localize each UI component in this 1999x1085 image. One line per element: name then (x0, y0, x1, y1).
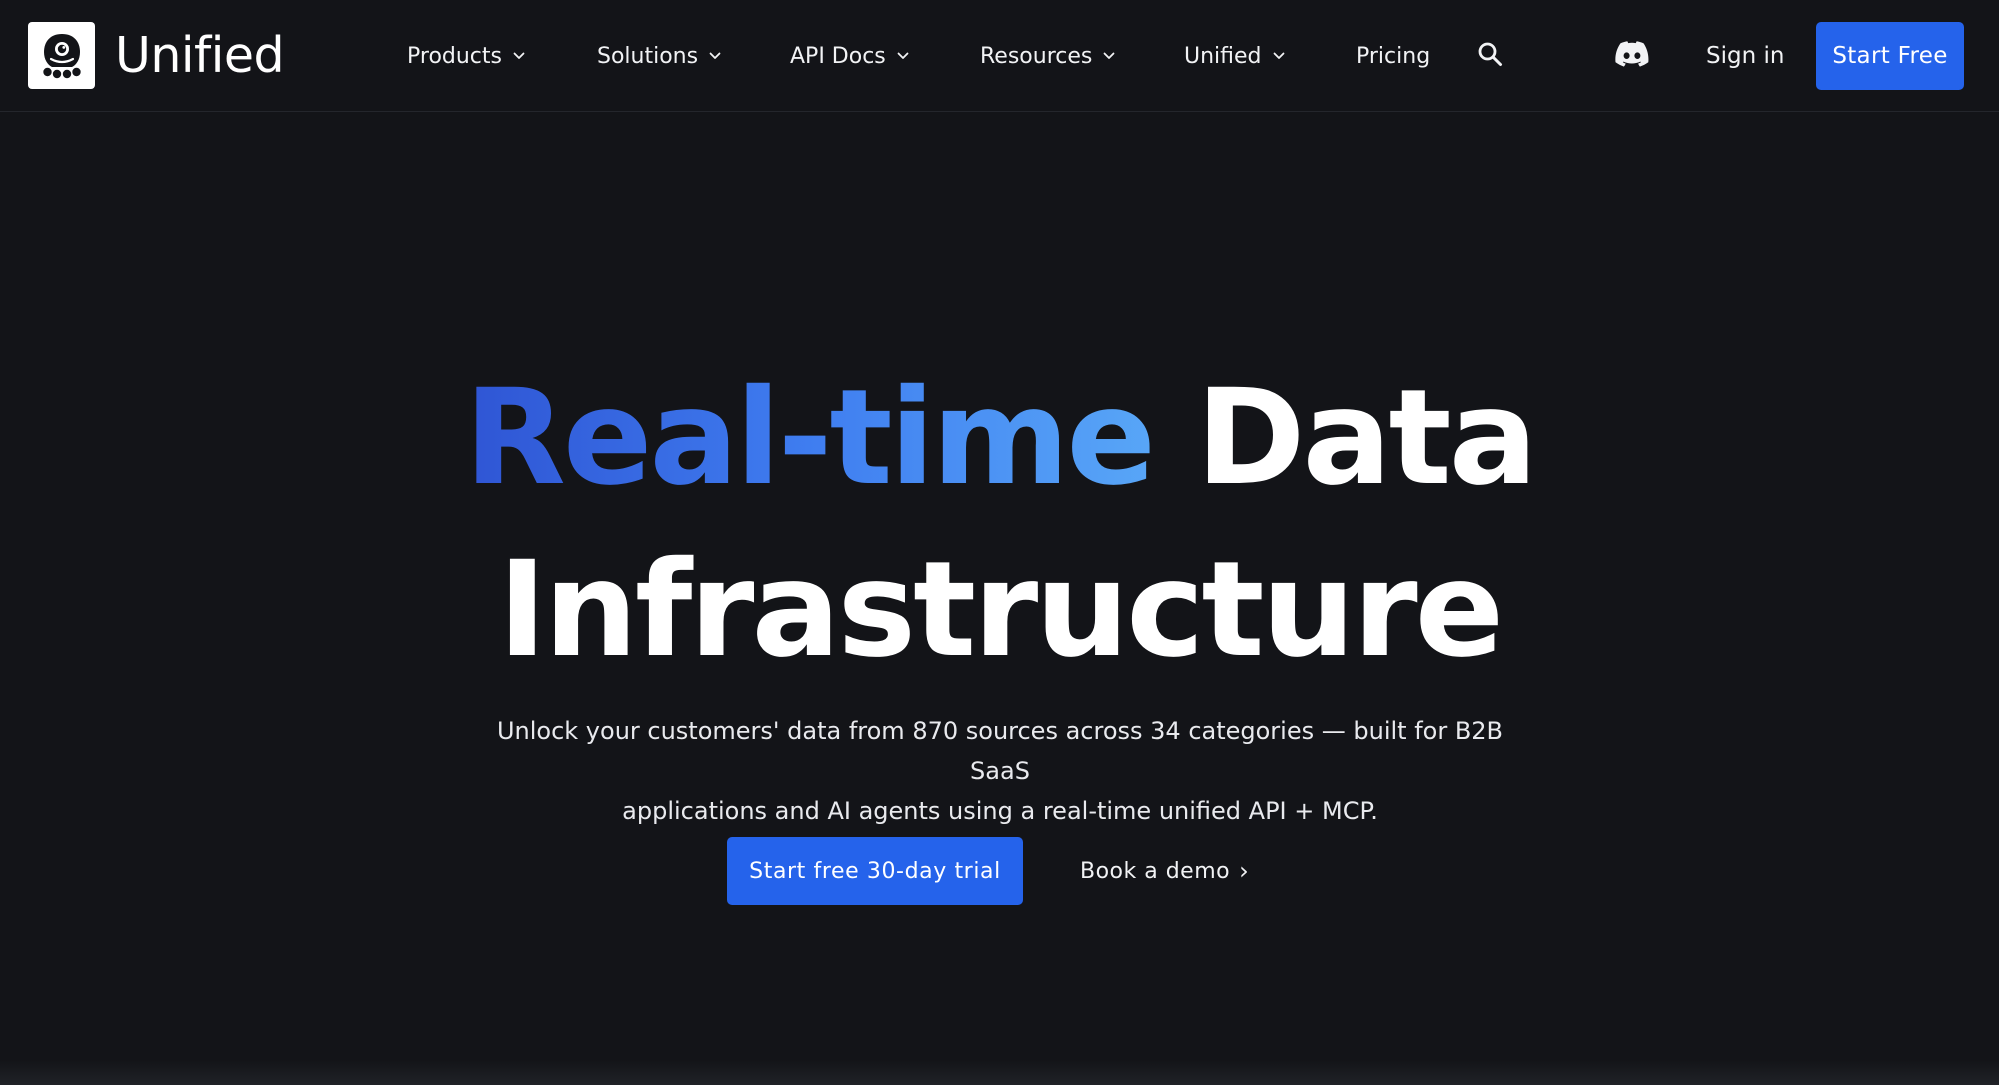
hero-title-line-2: Infrastructure (497, 533, 1504, 687)
sign-in-link[interactable]: Sign in (1706, 40, 1784, 72)
chevron-down-icon (1103, 52, 1115, 60)
search-icon (1477, 41, 1503, 71)
hero-title-highlight: Real-time (464, 361, 1156, 515)
logo-mark-icon (28, 22, 95, 89)
chevron-down-icon (513, 52, 525, 60)
book-demo-link[interactable]: Book a demo › (1080, 855, 1249, 887)
top-navigation: Unified Products Solutions API Docs Reso… (0, 0, 1999, 112)
discord-icon (1615, 41, 1649, 71)
start-free-button[interactable]: Start Free (1816, 22, 1964, 90)
nav-resources[interactable]: Resources (980, 40, 1115, 72)
hero-title-line-1: Real-time Data (0, 372, 1999, 504)
chevron-right-icon: › (1239, 857, 1250, 885)
nav-resources-label: Resources (980, 43, 1093, 69)
hero-title-rest: Data (1195, 361, 1538, 515)
nav-api-docs[interactable]: API Docs (790, 40, 909, 72)
hero-subtitle: Unlock your customers' data from 870 sou… (470, 711, 1530, 831)
chevron-down-icon (709, 52, 721, 60)
discord-button[interactable] (1614, 38, 1650, 74)
start-trial-button[interactable]: Start free 30-day trial (727, 837, 1023, 905)
nav-products-label: Products (407, 43, 502, 69)
nav-solutions-label: Solutions (597, 43, 699, 69)
logo-wordmark: Unified (115, 27, 285, 84)
nav-unified[interactable]: Unified (1184, 40, 1285, 72)
nav-solutions[interactable]: Solutions (597, 40, 721, 72)
chevron-down-icon (1273, 52, 1285, 60)
nav-products[interactable]: Products (407, 40, 525, 72)
nav-pricing[interactable]: Pricing (1356, 40, 1430, 72)
nav-unified-label: Unified (1184, 43, 1262, 69)
page: Unified Products Solutions API Docs Reso… (0, 0, 1999, 1085)
hero-subtitle-line-1: Unlock your customers' data from 870 sou… (496, 717, 1504, 785)
book-demo-label: Book a demo (1080, 858, 1231, 884)
section-divider (0, 1060, 1999, 1085)
chevron-down-icon (897, 52, 909, 60)
hero-subtitle-line-2: applications and AI agents using a real-… (622, 797, 1378, 825)
nav-api-docs-label: API Docs (790, 43, 886, 69)
search-button[interactable] (1474, 40, 1506, 72)
nav-pricing-label: Pricing (1356, 43, 1431, 69)
logo-link[interactable]: Unified (28, 22, 285, 89)
